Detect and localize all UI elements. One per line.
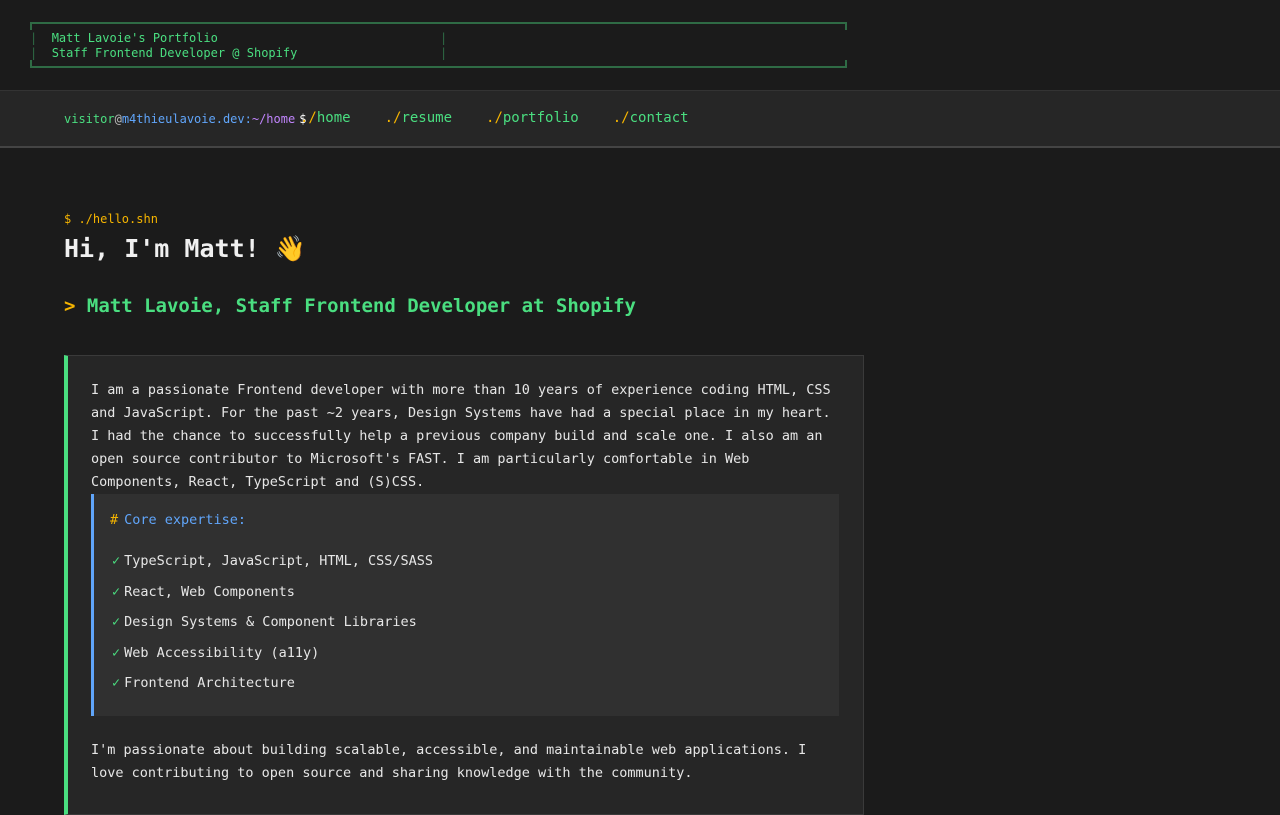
banner-subtitle: | Staff Frontend Developer @ Shopify (30, 46, 298, 60)
list-item: ✓ Design Systems & Component Libraries (112, 614, 417, 631)
list-item: ✓ React, Web Components (112, 583, 295, 600)
nav-link-portfolio[interactable]: ./portfolio (486, 110, 579, 126)
expertise-title: # Core expertise: (110, 512, 247, 528)
list-item: ✓ Frontend Architecture (112, 675, 295, 692)
page-title: Hi, I'm Matt! 👋 (64, 234, 306, 263)
nav-link-contact[interactable]: ./contact (613, 110, 689, 126)
nav-link-resume[interactable]: ./resume (385, 110, 452, 126)
checkmark-icon: ✓ (112, 583, 121, 600)
nav-link-home[interactable]: ./home (300, 110, 351, 126)
shell-prompt: visitor@m4thieulavoie.dev:~/home $ (64, 112, 307, 126)
page-subtitle: > Matt Lavoie, Staff Frontend Developer … (64, 295, 636, 317)
expertise-list: ✓ TypeScript, JavaScript, HTML, CSS/SASS … (112, 546, 433, 699)
about-card: I am a passionate Frontend developer wit… (64, 355, 864, 815)
checkmark-icon: ✓ (112, 644, 121, 661)
list-item: ✓ TypeScript, JavaScript, HTML, CSS/SASS (112, 553, 433, 570)
banner-title: | Matt Lavoie's Portfolio (30, 31, 218, 45)
header-banner: | Matt Lavoie's Portfolio | Staff Fronte… (30, 22, 847, 68)
checkmark-icon: ✓ (112, 614, 121, 631)
checkmark-icon: ✓ (112, 675, 121, 692)
hello-command: $ ./hello.shn (64, 212, 158, 226)
about-intro: I am a passionate Frontend developer wit… (91, 382, 831, 490)
checkmark-icon: ✓ (112, 553, 121, 570)
main-navigation: visitor@m4thieulavoie.dev:~/home $ ./home… (0, 90, 1280, 148)
expertise-panel: # Core expertise: ✓ TypeScript, JavaScript… (91, 494, 839, 716)
list-item: ✓ Web Accessibility (a11y) (112, 644, 320, 661)
about-outro: I'm passionate about building scalable, … (91, 742, 807, 781)
